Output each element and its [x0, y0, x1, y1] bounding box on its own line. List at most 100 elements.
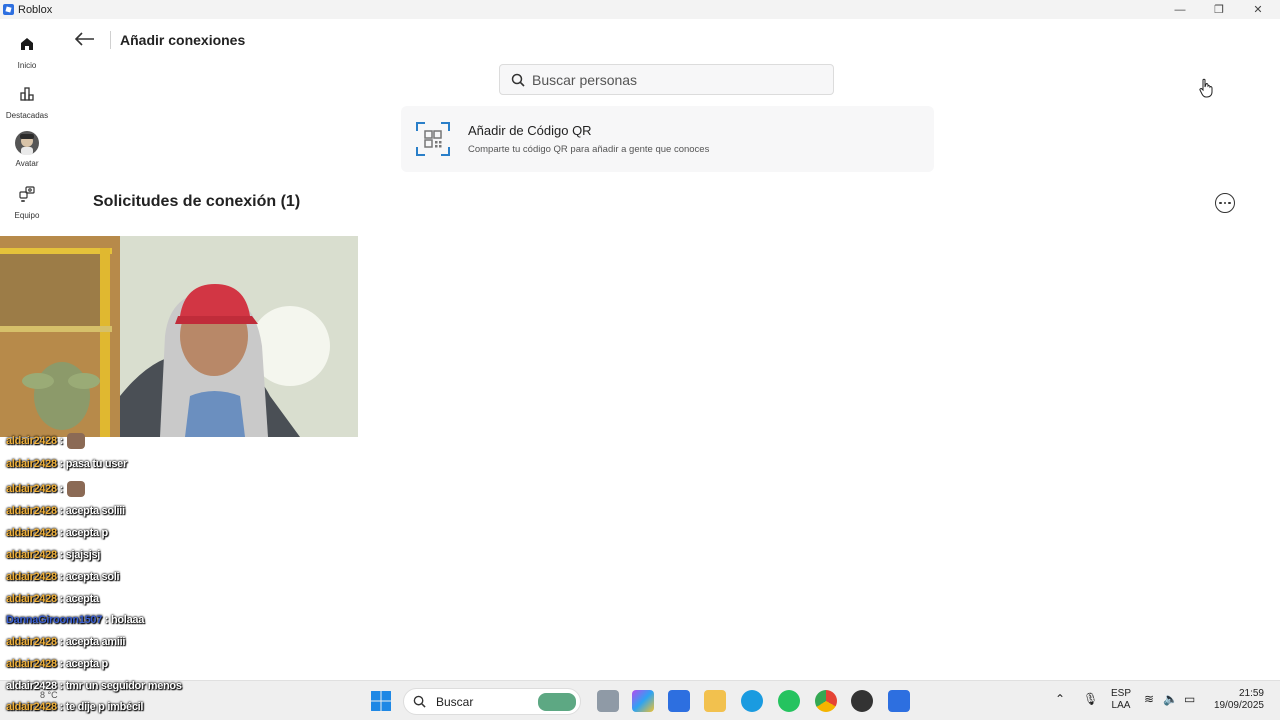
microphone-icon[interactable]: 🎙 [1083, 693, 1098, 705]
chat-username: aldair2428 [6, 434, 57, 447]
close-button[interactable]: ✕ [1238, 0, 1278, 19]
chrome-icon[interactable] [815, 690, 837, 712]
sidebar-item-label: Destacadas [5, 111, 49, 120]
avatar-icon [0, 131, 54, 155]
chat-username: aldair2428 [6, 658, 57, 670]
language-code: ESP [1110, 688, 1131, 699]
chat-message: aldair2428 : acepta soliii [6, 505, 125, 517]
qr-code-card[interactable]: Añadir de Código QR Comparte tu código Q… [401, 106, 934, 172]
chat-message: aldair2428 : acepta p [6, 527, 108, 539]
hand-cursor-icon [1199, 78, 1213, 98]
chat-text: sjajsjsj [65, 549, 101, 561]
sidebar-item-charts[interactable]: Destacadas [0, 83, 54, 120]
cat-emoji-icon [66, 433, 85, 449]
chat-text: tmr un seguidor menos [65, 680, 182, 692]
chat-text: acepta soli [65, 571, 120, 583]
chat-text: acepta soliii [65, 505, 125, 517]
chat-separator: : [59, 571, 64, 583]
groups-icon [0, 183, 54, 205]
chat-separator: : [59, 434, 64, 447]
roblox-taskbar-icon[interactable] [888, 690, 910, 712]
search-icon [413, 695, 426, 708]
chat-separator: : [59, 593, 64, 605]
chat-message: aldair2428 : [6, 481, 85, 497]
chat-message: aldair2428 : acepta amiii [6, 636, 125, 648]
chat-separator: : [59, 549, 64, 561]
header-divider [110, 31, 111, 49]
sidebar-item-label: Inicio [17, 61, 37, 70]
back-button[interactable] [70, 29, 100, 52]
chat-message: aldair2428 : pasa tu user [6, 458, 127, 470]
sidebar-item-label: Avatar [15, 159, 39, 168]
minimize-button[interactable]: — [1160, 0, 1200, 19]
file-explorer-icon[interactable] [704, 690, 726, 712]
back-arrow-icon [74, 31, 94, 46]
window-titlebar: Roblox — ❐ ✕ [0, 0, 1280, 19]
chat-message: aldair2428 : te dije p imbécil [6, 701, 143, 713]
chevron-up-icon[interactable]: ⌃ [1055, 693, 1065, 705]
chat-username: DannaGiroonn1507 [6, 614, 103, 626]
windows-start-icon[interactable] [370, 690, 392, 712]
page-title: Añadir conexiones [120, 32, 246, 48]
language-indicator[interactable]: ESP LAA [1110, 688, 1132, 712]
chat-separator: : [104, 614, 109, 626]
cat-emoji-icon [66, 481, 85, 497]
chat-username: aldair2428 [6, 636, 57, 648]
chat-message: aldair2428 : acepta soli [6, 571, 120, 583]
chat-username: aldair2428 [6, 527, 57, 539]
chat-separator: : [59, 458, 64, 470]
whatsapp-icon[interactable] [778, 690, 800, 712]
qr-card-title: Añadir de Código QR [468, 123, 592, 138]
more-dot [1219, 201, 1222, 205]
charts-icon [0, 83, 54, 105]
chat-text: acepta amiii [65, 636, 126, 648]
search-people-box[interactable] [499, 64, 834, 95]
chat-text: acepta p [65, 658, 109, 670]
window-title: Roblox [18, 3, 53, 16]
clock-time: 21:59 [1238, 688, 1264, 699]
chat-username: aldair2428 [6, 680, 57, 692]
more-dot [1228, 201, 1231, 205]
volume-icon[interactable]: 🔈 [1163, 693, 1178, 705]
connection-requests-title: Solicitudes de conexión (1) [93, 193, 301, 210]
search-people-input[interactable] [532, 71, 812, 88]
chat-username: aldair2428 [6, 571, 57, 583]
chat-text: pasa tu user [65, 458, 128, 470]
chat-message: DannaGiroonn1507 : holaaa [6, 614, 144, 626]
chat-username: aldair2428 [6, 593, 57, 605]
page-header: Añadir conexiones [70, 27, 245, 53]
chat-username: aldair2428 [6, 701, 57, 713]
chat-separator: : [59, 482, 64, 495]
microsoft-store-icon[interactable] [668, 690, 690, 712]
sidebar-item-home[interactable]: Inicio [0, 33, 54, 70]
obs-studio-icon[interactable] [851, 690, 873, 712]
search-icon [511, 73, 525, 87]
keyboard-layout: LAA [1111, 700, 1131, 711]
more-options-button[interactable] [1215, 193, 1235, 213]
taskbar-search-box[interactable]: Buscar [403, 688, 581, 715]
qr-card-subtitle: Comparte tu código QR para añadir a gent… [468, 144, 710, 155]
chat-text: te dije p imbécil [65, 701, 144, 713]
copilot-icon[interactable] [632, 690, 654, 712]
windows-taskbar: 8 °C Buscar ⌃ 🎙 ESP LAA ≋ 🔈 ▭ 21:59 19/0… [0, 680, 1280, 720]
sidebar-item-avatar[interactable]: Avatar [0, 131, 54, 168]
chat-separator: : [59, 505, 64, 517]
chat-message: aldair2428 : [6, 433, 85, 449]
chat-message: aldair2428 : tmr un seguidor menos [6, 680, 182, 692]
clock[interactable]: 21:59 19/09/2025 [1208, 688, 1264, 712]
edge-browser-icon[interactable] [741, 690, 763, 712]
roblox-logo-icon [3, 4, 14, 15]
wifi-icon[interactable]: ≋ [1144, 693, 1154, 705]
sidebar-item-label: Equipo [14, 211, 40, 220]
battery-icon[interactable]: ▭ [1184, 693, 1195, 705]
webcam-overlay [0, 236, 358, 437]
sidebar-item-groups[interactable]: Equipo [0, 183, 54, 220]
chat-text: acepta p [65, 527, 109, 539]
task-view-icon[interactable] [597, 690, 619, 712]
chat-text: acepta [65, 593, 99, 605]
maximize-button[interactable]: ❐ [1199, 0, 1239, 19]
chat-separator: : [59, 680, 64, 692]
chat-username: aldair2428 [6, 482, 57, 495]
chat-username: aldair2428 [6, 505, 57, 517]
search-highlight-icon [538, 692, 576, 711]
